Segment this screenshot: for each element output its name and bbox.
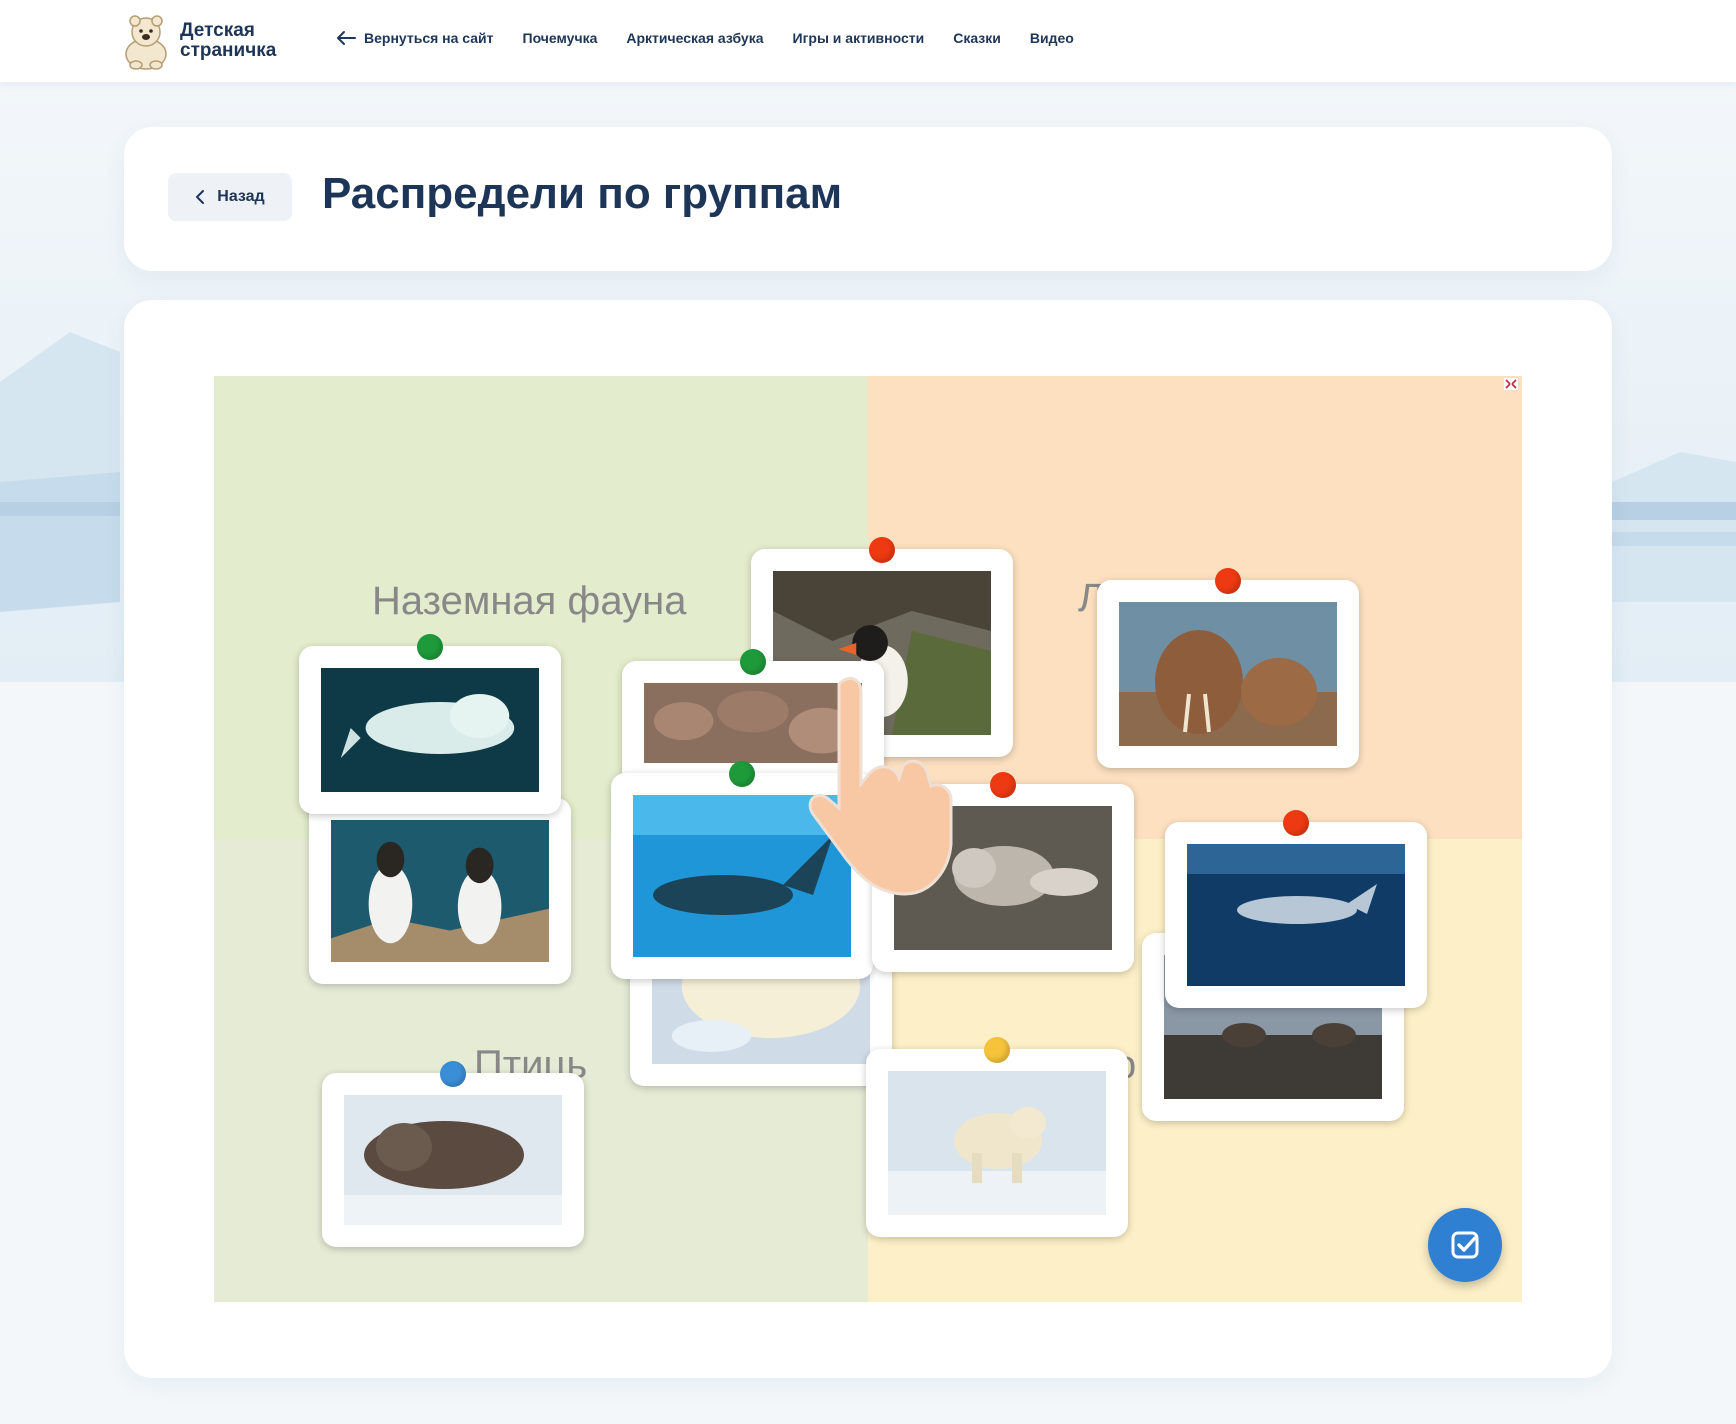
pin-green <box>740 649 766 675</box>
pin-red <box>990 772 1016 798</box>
hand-pointer-icon <box>808 676 953 896</box>
photo-bearded-seal <box>344 1095 562 1225</box>
animal-card-whale[interactable] <box>1165 810 1427 1008</box>
animal-card-beluga[interactable] <box>299 634 561 814</box>
group-label-land: Наземная фауна <box>372 579 687 623</box>
logo-line-2: страничка <box>180 40 277 61</box>
nav-back-label: Вернуться на сайт <box>364 30 494 46</box>
pin-red <box>1283 810 1309 836</box>
pin-red <box>1215 568 1241 594</box>
chevron-left-icon <box>196 190 205 204</box>
polar-bear-logo-icon <box>125 15 167 70</box>
pin-red <box>869 537 895 563</box>
arrow-left-icon <box>337 31 356 45</box>
nav-item-games[interactable]: Игры и активности <box>793 30 925 46</box>
page-title: Распредели по группам <box>322 169 843 218</box>
pin-green <box>729 761 755 787</box>
nav-item-tales[interactable]: Сказки <box>953 30 1001 46</box>
fullscreen-icon[interactable] <box>1504 378 1518 390</box>
photo-beluga <box>321 668 539 792</box>
photo-walrus <box>1119 602 1337 746</box>
site-logo[interactable]: Детская страничка <box>122 12 276 70</box>
check-answers-button[interactable] <box>1428 1208 1502 1282</box>
animal-card-bearded-seal[interactable] <box>322 1061 584 1247</box>
site-header: Детская страничка Вернуться на сайт Поче… <box>0 0 1736 82</box>
nav-item-arctic-alphabet[interactable]: Арктическая азбука <box>626 30 763 46</box>
animal-card-guillemots[interactable] <box>309 798 571 984</box>
photo-whale <box>1187 844 1405 986</box>
photo-guillemots <box>331 820 549 962</box>
sorting-board: Наземная фауна Л Птиць о <box>214 376 1522 1302</box>
back-button[interactable]: Назад <box>168 173 292 221</box>
main-nav: Вернуться на сайт Почемучка Арктическая … <box>336 30 1103 46</box>
game-card: Наземная фауна Л Птиць о <box>124 300 1612 1378</box>
pin-green <box>417 634 443 660</box>
animal-card-polar-bear[interactable] <box>866 1037 1128 1237</box>
back-button-label: Назад <box>217 188 265 205</box>
nav-item-pochemuchka[interactable]: Почемучка <box>523 30 598 46</box>
logo-text: Детская страничка <box>180 21 276 61</box>
check-icon <box>1451 1231 1479 1259</box>
animal-card-walrus[interactable] <box>1097 568 1359 768</box>
photo-polar-bear <box>888 1071 1106 1215</box>
title-card: Назад Распредели по группам <box>124 127 1612 271</box>
nav-back-to-site[interactable]: Вернуться на сайт <box>336 30 494 46</box>
pin-blue <box>440 1061 466 1087</box>
pin-yellow <box>984 1037 1010 1063</box>
logo-line-1: Детская <box>180 20 255 41</box>
nav-item-video[interactable]: Видео <box>1030 30 1074 46</box>
